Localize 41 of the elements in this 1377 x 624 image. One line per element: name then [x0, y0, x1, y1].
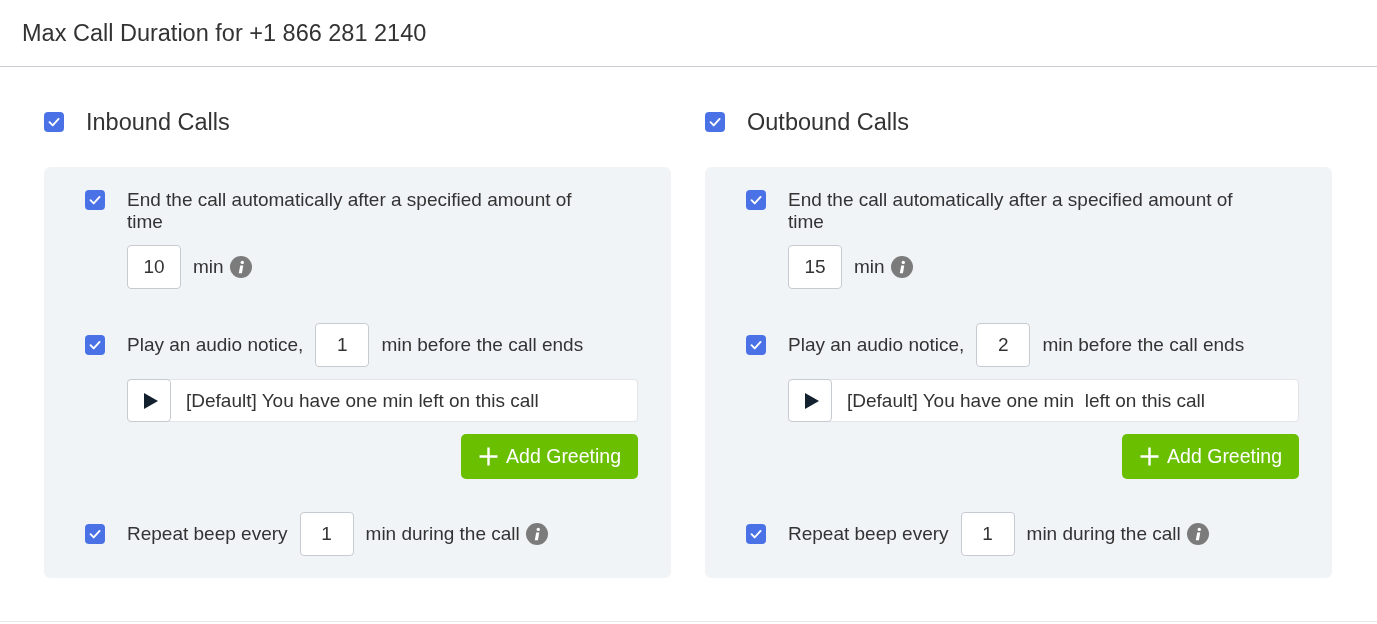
checkbox[interactable]: [705, 112, 725, 132]
option-label: End the call automatically after a specified amount of time: [788, 189, 1234, 233]
section-title: Inbound Calls: [86, 108, 230, 136]
info-icon[interactable]: [229, 256, 252, 278]
plus-icon: [479, 447, 499, 466]
info-icon[interactable]: [890, 256, 913, 278]
option-label: Repeat beep every: [788, 523, 949, 545]
option-label: min during the call: [1026, 523, 1181, 545]
option-label: min before the call ends: [381, 334, 584, 356]
minutes-input[interactable]: 1: [315, 323, 370, 367]
option-label: min during the call: [365, 523, 520, 545]
page-title: Max Call Duration for +1 866 281 2140: [22, 19, 427, 47]
checkbox[interactable]: [85, 190, 105, 210]
play-button[interactable]: [127, 379, 171, 422]
play-icon: [804, 392, 819, 409]
checkbox[interactable]: [85, 524, 105, 544]
section-title: Outbound Calls: [747, 108, 909, 136]
option-label: min before the call ends: [1042, 334, 1245, 356]
greeting-name: [Default] You have one min left on this call: [847, 389, 1206, 412]
minutes-input[interactable]: 1: [960, 512, 1015, 556]
option-label: Play an audio notice,: [788, 334, 965, 356]
checkbox[interactable]: [85, 335, 105, 355]
info-icon[interactable]: [525, 523, 548, 545]
checkbox[interactable]: [746, 190, 766, 210]
checkbox[interactable]: [746, 524, 766, 544]
greeting-name: [Default] You have one min left on this call: [186, 389, 539, 412]
option-label: Repeat beep every: [127, 523, 288, 545]
minutes-input[interactable]: 2: [976, 323, 1031, 367]
unit-label: min: [854, 256, 885, 278]
unit-label: min: [193, 256, 224, 278]
option-label: Play an audio notice,: [127, 334, 304, 356]
minutes-input[interactable]: 1: [299, 512, 354, 556]
info-icon[interactable]: [1186, 523, 1209, 545]
plus-icon: [1140, 447, 1160, 466]
option-label: End the call automatically after a specified amount of time: [127, 189, 573, 233]
minutes-input[interactable]: 15: [788, 245, 842, 289]
play-icon: [143, 392, 158, 409]
checkbox[interactable]: [44, 112, 64, 132]
checkbox[interactable]: [746, 335, 766, 355]
minutes-input[interactable]: 10: [127, 245, 181, 289]
play-button[interactable]: [788, 379, 832, 422]
